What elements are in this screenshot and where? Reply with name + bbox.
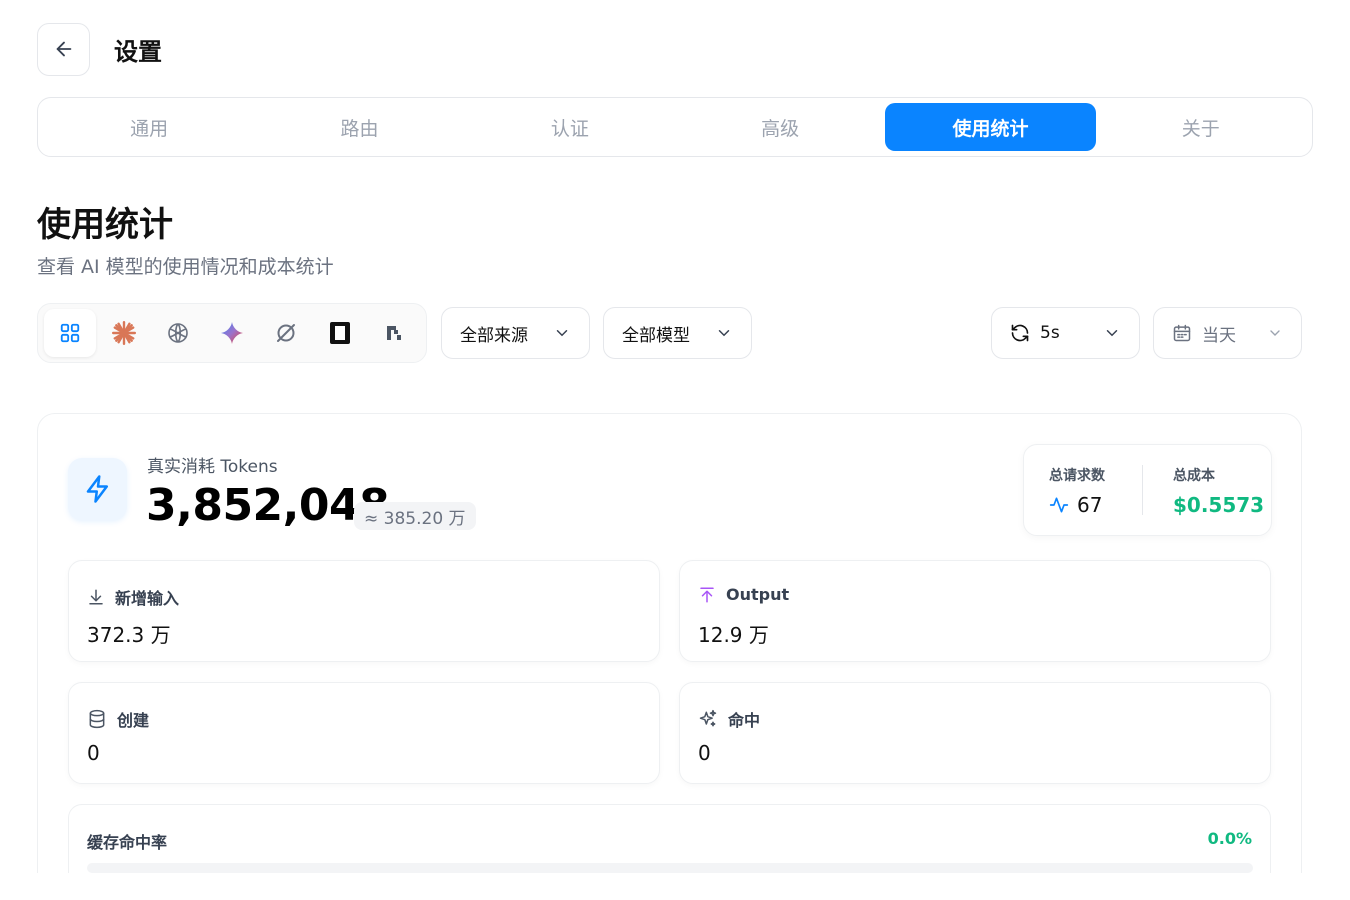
calendar-icon — [1173, 324, 1191, 342]
provider-other-button[interactable] — [368, 309, 420, 357]
stat-cache-create: 创建 0 — [68, 682, 660, 784]
lightning-icon — [86, 475, 108, 503]
database-icon — [89, 709, 105, 729]
tab-general[interactable]: 通用 — [44, 103, 254, 151]
tab-routing[interactable]: 路由 — [254, 103, 464, 151]
total-cost-label: 总成本 — [1173, 468, 1215, 484]
total-requests: 总请求数 67 — [1049, 465, 1105, 517]
stat-cache-hit: 命中 0 — [679, 682, 1271, 784]
summary-box: 总请求数 67 总成本 $0.5573 — [1023, 444, 1272, 536]
tab-auth[interactable]: 认证 — [465, 103, 675, 151]
provider-gemini-button[interactable] — [206, 309, 258, 357]
source-dropdown-value: 全部来源 — [460, 325, 528, 346]
stat-new-input-value: 372.3 万 — [87, 623, 171, 647]
anthropic-icon — [111, 320, 137, 346]
settings-tabs: 通用 路由 认证 高级 使用统计 关于 — [37, 97, 1313, 157]
chevron-down-icon — [1270, 330, 1280, 336]
page-header: 设置 — [37, 22, 162, 76]
stat-cache-create-label: 创建 — [117, 711, 150, 730]
refresh-interval-value: 5s — [1040, 323, 1060, 343]
usage-card: 真实消耗 Tokens 3,852,048 ≈ 385.20 万 总请求数 67… — [37, 413, 1302, 900]
total-requests-label: 总请求数 — [1049, 468, 1105, 484]
upload-icon — [700, 587, 714, 602]
refresh-interval-dropdown[interactable]: 5s — [991, 307, 1140, 359]
tab-about[interactable]: 关于 — [1096, 103, 1306, 151]
stat-new-input: 新增输入 372.3 万 — [68, 560, 660, 662]
tab-usage-stats[interactable]: 使用统计 — [885, 103, 1096, 151]
provider-filter-bar — [37, 303, 427, 363]
provider-openai-button[interactable] — [152, 309, 204, 357]
total-cost-value: $0.5573 — [1173, 493, 1265, 517]
stat-output-value: 12.9 万 — [698, 623, 769, 647]
gemini-icon — [221, 322, 243, 344]
window-bottom-edge — [0, 873, 1350, 900]
kimi-icon — [330, 322, 350, 344]
provider-grok-button[interactable] — [260, 309, 312, 357]
chevron-down-icon — [1106, 330, 1118, 337]
cache-hit-rate-value: 0.0% — [1207, 829, 1252, 848]
grid-icon — [60, 323, 80, 343]
page-title: 设置 — [114, 37, 162, 66]
refresh-icon — [1011, 324, 1029, 342]
stat-cache-hit-value: 0 — [698, 741, 711, 765]
tab-advanced[interactable]: 高级 — [675, 103, 885, 151]
cache-hit-rate-bar — [87, 863, 1253, 873]
provider-kimi-button[interactable] — [314, 309, 366, 357]
source-dropdown[interactable]: 全部来源 — [441, 307, 590, 359]
chevron-down-icon — [718, 330, 730, 337]
tokens-icon-box — [68, 458, 127, 520]
provider-all-button[interactable] — [44, 309, 96, 357]
stat-cache-hit-label: 命中 — [728, 711, 761, 730]
stat-cache-create-value: 0 — [87, 741, 100, 765]
provider-icon — [387, 326, 401, 340]
back-button[interactable] — [37, 22, 90, 76]
section-subtitle: 查看 AI 模型的使用情况和成本统计 — [37, 256, 334, 278]
cache-hit-rate-label: 缓存命中率 — [87, 833, 168, 852]
provider-anthropic-button[interactable] — [98, 309, 150, 357]
grok-icon — [277, 324, 295, 342]
download-icon — [89, 589, 103, 605]
sparkles-icon — [699, 709, 717, 727]
openai-icon — [168, 323, 188, 343]
tokens-approx-badge: ≈ 385.20 万 — [354, 502, 476, 530]
total-requests-value: 67 — [1077, 493, 1103, 517]
model-dropdown-value: 全部模型 — [622, 325, 690, 346]
section-title: 使用统计 — [37, 205, 173, 245]
model-dropdown[interactable]: 全部模型 — [603, 307, 752, 359]
total-cost: 总成本 $0.5573 — [1173, 465, 1264, 517]
tokens-value: 3,852,048 — [146, 480, 390, 531]
activity-icon — [1049, 497, 1069, 513]
chevron-down-icon — [556, 330, 568, 337]
settings-page: 设置 通用 路由 认证 高级 使用统计 关于 使用统计 查看 AI 模型的使用情… — [0, 0, 1350, 900]
tokens-label: 真实消耗 Tokens — [147, 457, 278, 477]
stat-output: Output 12.9 万 — [679, 560, 1271, 662]
stat-new-input-label: 新增输入 — [115, 589, 180, 608]
date-range-value: 当天 — [1202, 325, 1236, 346]
summary-divider — [1142, 465, 1143, 515]
arrow-left-icon — [56, 41, 71, 57]
stat-output-label: Output — [726, 585, 790, 604]
date-range-dropdown[interactable]: 当天 — [1153, 307, 1302, 359]
